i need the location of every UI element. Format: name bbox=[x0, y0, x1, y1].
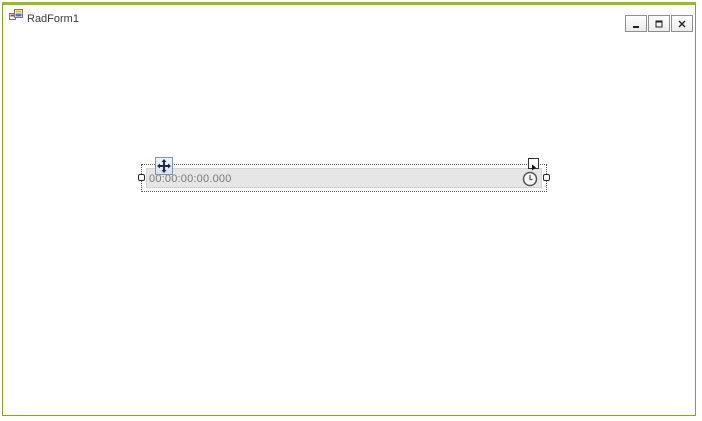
maximize-button[interactable] bbox=[648, 15, 670, 32]
resize-grip-right[interactable] bbox=[543, 174, 550, 181]
move-handle[interactable] bbox=[155, 157, 173, 175]
maximize-icon bbox=[655, 20, 663, 27]
smart-tag-button[interactable] bbox=[528, 158, 539, 171]
form-window: RadForm1 bbox=[2, 2, 696, 416]
caption-buttons bbox=[625, 15, 693, 32]
timespan-picker-selection[interactable]: 00:00:00:00.000 bbox=[138, 157, 550, 192]
form-icon bbox=[9, 9, 23, 23]
move-icon bbox=[157, 159, 171, 173]
close-icon bbox=[678, 20, 686, 27]
resize-grip-left[interactable] bbox=[138, 174, 145, 181]
close-button[interactable] bbox=[671, 15, 693, 32]
clock-icon[interactable] bbox=[522, 171, 538, 187]
timespan-picker[interactable]: 00:00:00:00.000 bbox=[146, 168, 542, 188]
window-title: RadForm1 bbox=[27, 13, 79, 25]
minimize-icon bbox=[633, 25, 639, 28]
title-bar[interactable]: RadForm1 bbox=[3, 5, 695, 35]
smart-tag-arrow-icon bbox=[532, 164, 536, 171]
minimize-button[interactable] bbox=[625, 15, 647, 32]
